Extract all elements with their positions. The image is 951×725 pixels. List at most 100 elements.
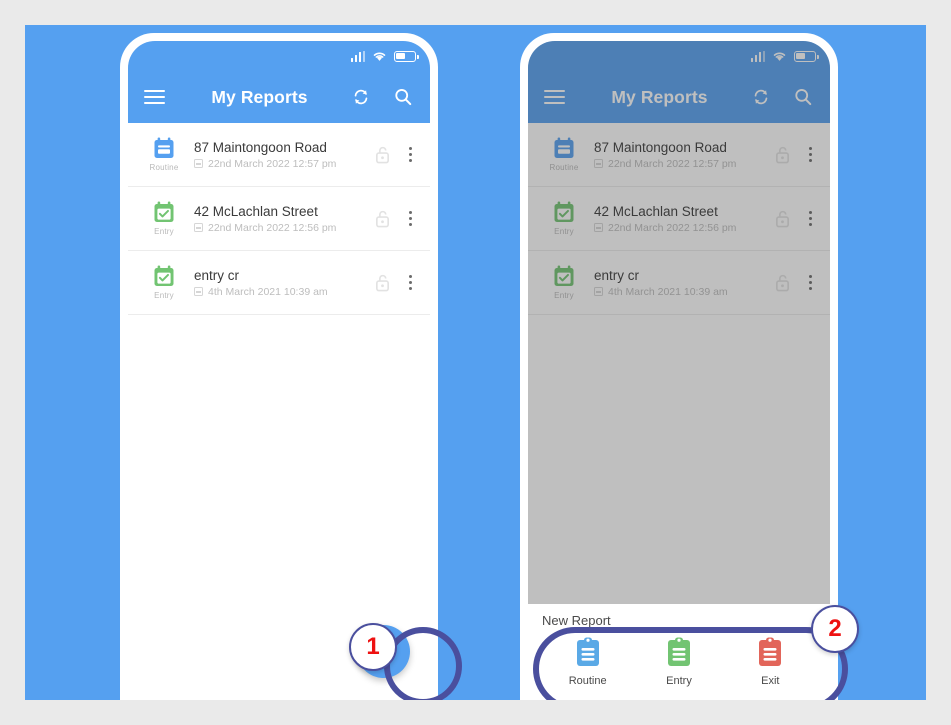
report-info: 42 McLachlan Street 22nd March 2022 12:5… (186, 204, 368, 234)
report-date: 22nd March 2022 12:56 pm (194, 222, 368, 234)
new-report-exit-label: Exit (761, 675, 780, 687)
battery-icon (794, 50, 819, 62)
table-row[interactable]: Entry 42 McLachlan Street 22nd March 202… (528, 187, 830, 251)
report-date-text: 22nd March 2022 12:56 pm (208, 221, 337, 234)
report-type-label: Entry (154, 227, 174, 236)
clipboard-check-icon (154, 201, 174, 222)
new-report-entry-button[interactable]: Entry (643, 636, 715, 687)
phone-screen-left: My Reports Routine 87 Maintongoon Road 2… (128, 41, 430, 700)
annotation-badge-2: 2 (811, 605, 859, 653)
row-actions (368, 143, 418, 166)
calendar-icon (594, 223, 603, 232)
report-date: 4th March 2021 10:39 am (194, 286, 368, 298)
report-type: Entry (142, 265, 186, 300)
table-row[interactable]: Entry entry cr 4th March 2021 10:39 am (528, 251, 830, 315)
table-row[interactable]: Entry entry cr 4th March 2021 10:39 am (128, 251, 430, 315)
status-icons (750, 50, 819, 62)
unlocked-padlock-icon[interactable] (774, 273, 791, 293)
status-icons (350, 50, 419, 62)
unlocked-padlock-icon[interactable] (374, 273, 391, 293)
page-title: My Reports (611, 86, 708, 107)
new-report-bottom-sheet: New Report Routine Entry Exit (528, 604, 830, 700)
report-type-label: Routine (149, 163, 179, 172)
signal-bars-icon (750, 50, 765, 62)
bottom-sheet-title: New Report (542, 613, 611, 628)
report-date: 22nd March 2022 12:56 pm (594, 222, 768, 234)
phone-screen-right: My Reports Routine 87 Maintongoon Road 2… (528, 41, 830, 700)
unlocked-padlock-icon[interactable] (774, 145, 791, 165)
search-icon[interactable] (392, 86, 414, 108)
clipboard-check-icon (554, 265, 574, 286)
calendar-icon (594, 287, 603, 296)
clipboard-check-icon (554, 201, 574, 222)
report-title: 42 McLachlan Street (194, 203, 318, 219)
table-row[interactable]: Routine 87 Maintongoon Road 22nd March 2… (128, 123, 430, 187)
row-actions (768, 143, 818, 166)
clipboard-icon (576, 637, 599, 666)
table-row[interactable]: Entry 42 McLachlan Street 22nd March 202… (128, 187, 430, 251)
wifi-icon (373, 52, 386, 61)
phone-frame-left: My Reports Routine 87 Maintongoon Road 2… (120, 33, 438, 700)
reports-list: Routine 87 Maintongoon Road 22nd March 2… (528, 123, 830, 315)
report-type: Routine (542, 137, 586, 172)
report-info: entry cr 4th March 2021 10:39 am (586, 268, 768, 298)
report-title: 42 McLachlan Street (594, 203, 718, 219)
calendar-icon (194, 159, 203, 168)
report-type: Routine (142, 137, 186, 172)
stage-panel: My Reports Routine 87 Maintongoon Road 2… (25, 25, 926, 700)
row-actions (368, 207, 418, 230)
table-row[interactable]: Routine 87 Maintongoon Road 22nd March 2… (528, 123, 830, 187)
report-info: 42 McLachlan Street 22nd March 2022 12:5… (586, 204, 768, 234)
overflow-menu-icon[interactable] (403, 143, 418, 166)
report-title: entry cr (594, 267, 640, 283)
hamburger-menu-icon[interactable] (544, 89, 565, 105)
overflow-menu-icon[interactable] (803, 207, 818, 230)
overflow-menu-icon[interactable] (403, 271, 418, 294)
app-bar: My Reports (128, 71, 430, 123)
unlocked-padlock-icon[interactable] (374, 209, 391, 229)
refresh-sync-icon[interactable] (350, 86, 372, 108)
report-title: entry cr (194, 267, 240, 283)
hamburger-menu-icon[interactable] (144, 89, 165, 105)
clipboard-check-icon (154, 265, 174, 286)
refresh-sync-icon[interactable] (750, 86, 772, 108)
overflow-menu-icon[interactable] (803, 143, 818, 166)
battery-icon (394, 50, 419, 62)
search-icon[interactable] (792, 86, 814, 108)
report-type-label: Routine (549, 163, 579, 172)
clipboard-lines-icon (154, 137, 174, 158)
report-date-text: 4th March 2021 10:39 am (608, 285, 728, 298)
report-date: 4th March 2021 10:39 am (594, 286, 768, 298)
report-type-label: Entry (554, 227, 574, 236)
overflow-menu-icon[interactable] (403, 207, 418, 230)
report-date-text: 4th March 2021 10:39 am (208, 285, 328, 298)
calendar-icon (194, 223, 203, 232)
clipboard-icon (667, 637, 690, 666)
unlocked-padlock-icon[interactable] (774, 209, 791, 229)
annotation-badge-1: 1 (349, 623, 397, 671)
unlocked-padlock-icon[interactable] (374, 145, 391, 165)
signal-bars-icon (350, 50, 365, 62)
page-title: My Reports (211, 86, 308, 107)
status-bar (128, 41, 430, 71)
app-bar: My Reports (528, 71, 830, 123)
new-report-routine-button[interactable]: Routine (552, 636, 624, 687)
report-info: entry cr 4th March 2021 10:39 am (186, 268, 368, 298)
phone-frame-right: My Reports Routine 87 Maintongoon Road 2… (520, 33, 838, 700)
report-type: Entry (542, 201, 586, 236)
clipboard-lines-icon (554, 137, 574, 158)
report-date-text: 22nd March 2022 12:57 pm (608, 157, 737, 170)
report-info: 87 Maintongoon Road 22nd March 2022 12:5… (586, 140, 768, 170)
new-report-exit-button[interactable]: Exit (734, 636, 806, 687)
report-date: 22nd March 2022 12:57 pm (594, 158, 768, 170)
calendar-icon (194, 287, 203, 296)
row-actions (768, 207, 818, 230)
reports-list: Routine 87 Maintongoon Road 22nd March 2… (128, 123, 430, 315)
report-title: 87 Maintongoon Road (194, 139, 327, 155)
overflow-menu-icon[interactable] (803, 271, 818, 294)
clipboard-icon (759, 637, 782, 666)
report-type: Entry (142, 201, 186, 236)
report-type-label: Entry (154, 291, 174, 300)
wifi-icon (773, 52, 786, 61)
calendar-icon (594, 159, 603, 168)
